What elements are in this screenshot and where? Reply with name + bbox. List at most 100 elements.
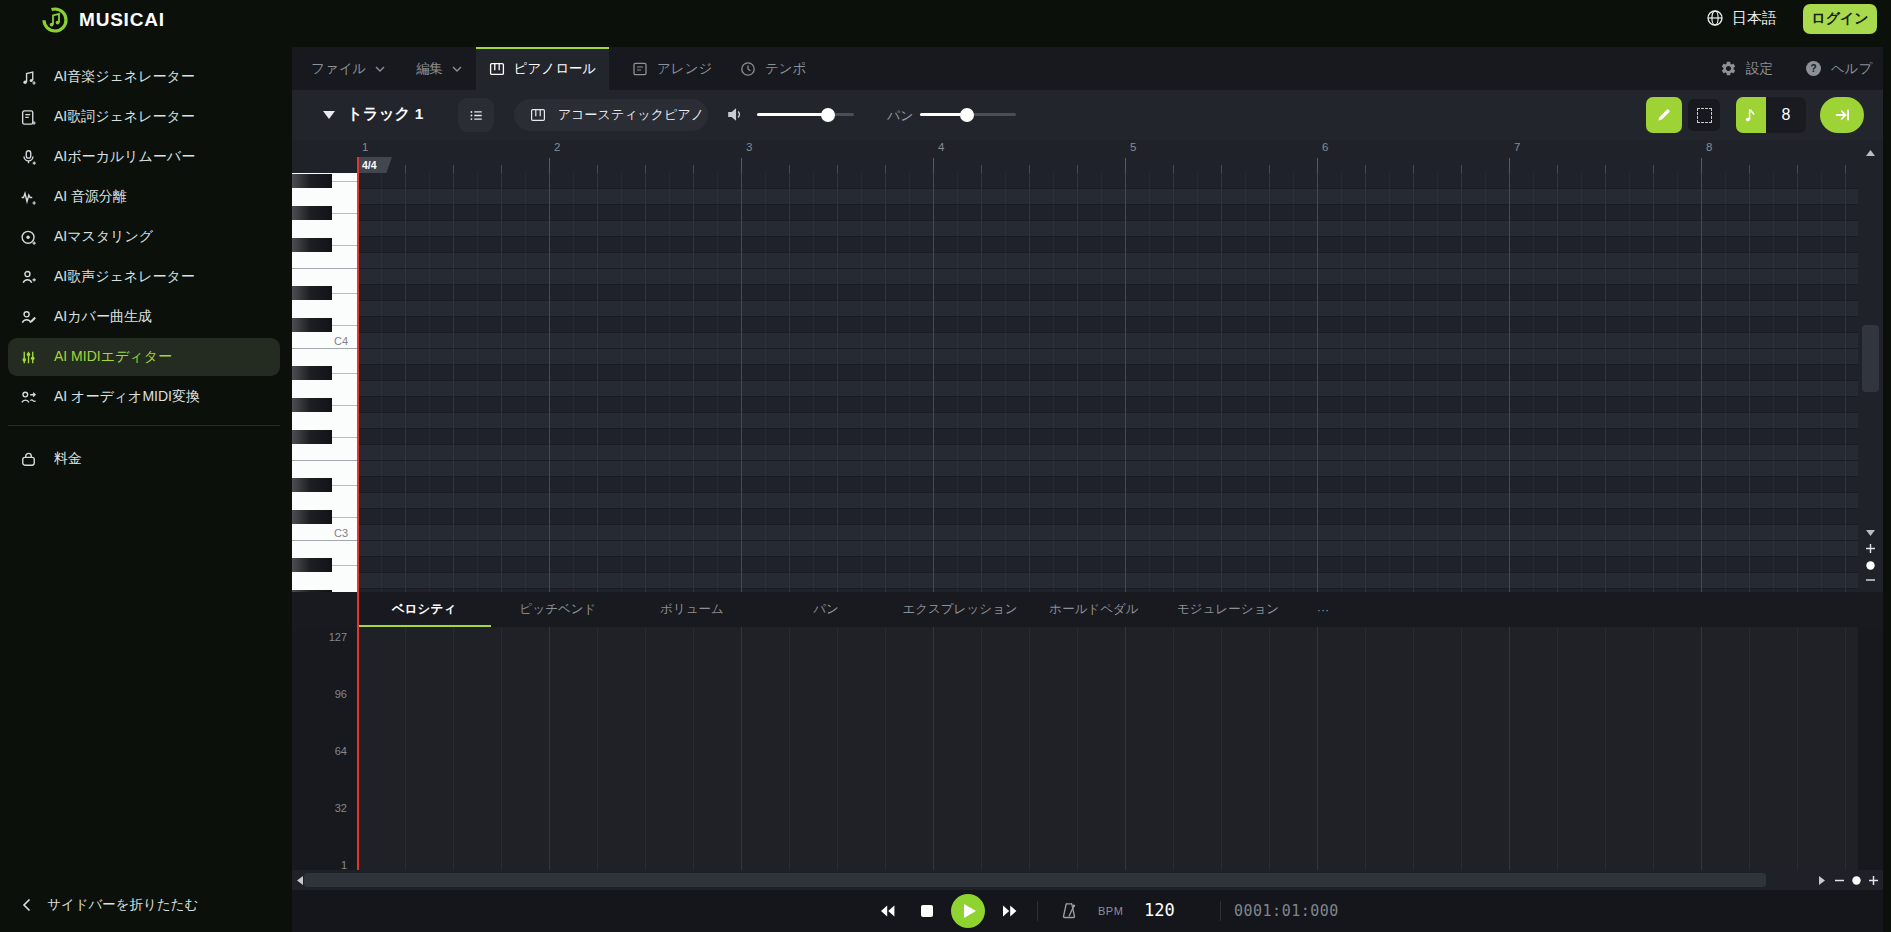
grid-row [357,477,1858,493]
controller-tab-4[interactable]: エクスプレッション [893,592,1027,627]
sidebar-item-4[interactable]: AIマスタリング [0,217,292,257]
velocity-graph[interactable] [357,627,1858,870]
pencil-tool-button[interactable] [1646,97,1682,133]
ruler-tick [501,165,502,173]
key-separator [332,485,357,486]
track-header: トラック 1 アコースティックピアノ パン [292,90,1883,140]
instrument-selector[interactable]: アコースティックピアノ [514,99,708,131]
controller-tab-5[interactable]: ホールドペダル [1027,592,1161,627]
zoom-out-horizontal-button[interactable] [1832,879,1846,882]
black-key[interactable] [292,174,332,188]
velocity-beat-line [1701,627,1702,870]
zoom-handle-horizontal[interactable] [1849,876,1863,885]
black-key[interactable] [292,206,332,220]
octave-key-label: C3 [318,525,348,541]
scroll-down-arrow[interactable] [1858,530,1883,536]
sidebar-item-3[interactable]: AI 音源分離 [0,177,292,217]
volume-slider-thumb[interactable] [821,108,835,122]
menu-file[interactable]: ファイル [311,47,385,90]
note-grid[interactable] [357,173,1858,592]
key-separator [332,517,357,518]
zoom-out-vertical-button[interactable] [1858,578,1883,582]
grid-beat-line [1413,173,1414,592]
black-key[interactable] [292,366,332,380]
black-key[interactable] [292,478,332,492]
ruler-tick [885,165,886,173]
help-button[interactable]: ? ヘルプ [1805,47,1872,90]
grid-subbeat-line [1533,173,1534,592]
ruler-tick [741,158,742,173]
menu-edit[interactable]: 編集 [416,47,462,90]
sidebar-item-6[interactable]: AIカバー曲生成 [0,297,292,337]
zoom-in-vertical-button[interactable] [1858,543,1883,554]
sidebar-item-7[interactable]: AI MIDIエディター [0,337,292,377]
velocity-scale-label: 64 [292,745,347,757]
black-key[interactable] [292,318,332,332]
controller-tab-0[interactable]: ベロシティ [357,592,491,627]
controller-tab-7[interactable]: ··· [1295,592,1351,627]
tab-tempo[interactable]: テンポ [740,47,806,90]
track-list-button[interactable] [458,98,494,132]
ruler-tick [933,158,934,173]
black-key[interactable] [292,430,332,444]
sidebar-item-1[interactable]: AI歌詞ジェネレーター [0,97,292,137]
controller-tab-2[interactable]: ボリューム [625,592,759,627]
sidebar-item-5[interactable]: AI歌声ジェネレーター [0,257,292,297]
sidebar-item-2[interactable]: AIボーカルリムーバー [0,137,292,177]
playhead[interactable] [357,157,359,870]
piano-keyboard[interactable]: C4C3 [292,173,357,592]
marquee-select-button[interactable] [1688,99,1720,131]
controller-tab-6[interactable]: モジュレーション [1161,592,1295,627]
rewind-button[interactable] [870,890,904,932]
horizontal-scrollbar-thumb[interactable] [304,873,1766,887]
zoom-in-horizontal-button[interactable] [1866,875,1880,886]
tab-piano-roll[interactable]: ピアノロール [476,47,609,90]
grid-subbeat-line [525,173,526,592]
black-key[interactable] [292,286,332,300]
language-selector[interactable]: 日本語 [1706,8,1777,28]
grid-subbeat-line [717,173,718,592]
zoom-handle-vertical[interactable] [1858,561,1883,570]
settings-button[interactable]: 設定 [1720,47,1773,90]
sidebar-item-8[interactable]: AI オーディオMIDI変換 [0,377,292,417]
black-key[interactable] [292,558,332,572]
controller-tab-1[interactable]: ピッチベンド [491,592,625,627]
menu-file-label: ファイル [311,60,366,78]
metronome-button[interactable] [1060,902,1078,920]
timeline-ruler[interactable]: 4/4 12345678 [292,140,1883,173]
scroll-up-arrow[interactable] [1858,150,1883,156]
login-button[interactable]: ログイン [1803,4,1877,34]
sidebar-collapse-button[interactable]: サイドバーを折りたたむ [22,896,198,914]
pan-slider[interactable] [920,113,1016,116]
brand-logo[interactable]: MUSICAI [42,7,165,33]
note-value-button[interactable] [1736,97,1766,133]
scroll-right-arrow[interactable] [1816,876,1828,885]
sidebar-nav: AI音楽ジェネレーターAI歌詞ジェネレーターAIボーカルリムーバーAI 音源分離… [0,57,292,417]
sidebar-item-pricing[interactable]: 料金 [0,439,312,479]
black-key[interactable] [292,238,332,252]
black-key[interactable] [292,398,332,412]
horizontal-scrollbar[interactable] [292,870,1883,890]
go-to-end-button[interactable] [1820,97,1864,133]
audio-midi-icon [20,389,37,406]
tab-arrange[interactable]: アレンジ [632,47,712,90]
vertical-scrollbar[interactable] [1858,140,1883,592]
pan-slider-thumb[interactable] [960,108,974,122]
grid-subbeat-line [381,173,382,592]
bpm-value[interactable]: 120 [1144,900,1175,920]
ruler-tick [1749,165,1750,173]
stop-button[interactable] [914,890,940,932]
note-value-display[interactable]: 8 [1766,97,1806,133]
volume-slider[interactable] [757,113,854,116]
velocity-beat-line [1029,627,1030,870]
play-button[interactable] [951,894,985,928]
controller-tab-3[interactable]: パン [759,592,893,627]
volume-icon[interactable] [726,106,744,123]
sidebar-item-0[interactable]: AI音楽ジェネレーター [0,57,292,97]
forward-button[interactable] [992,890,1026,932]
grid-row [357,221,1858,237]
black-key[interactable] [292,510,332,524]
track-collapse-caret[interactable] [323,111,335,119]
ruler-tick [981,165,982,173]
vertical-scrollbar-thumb[interactable] [1862,325,1879,392]
